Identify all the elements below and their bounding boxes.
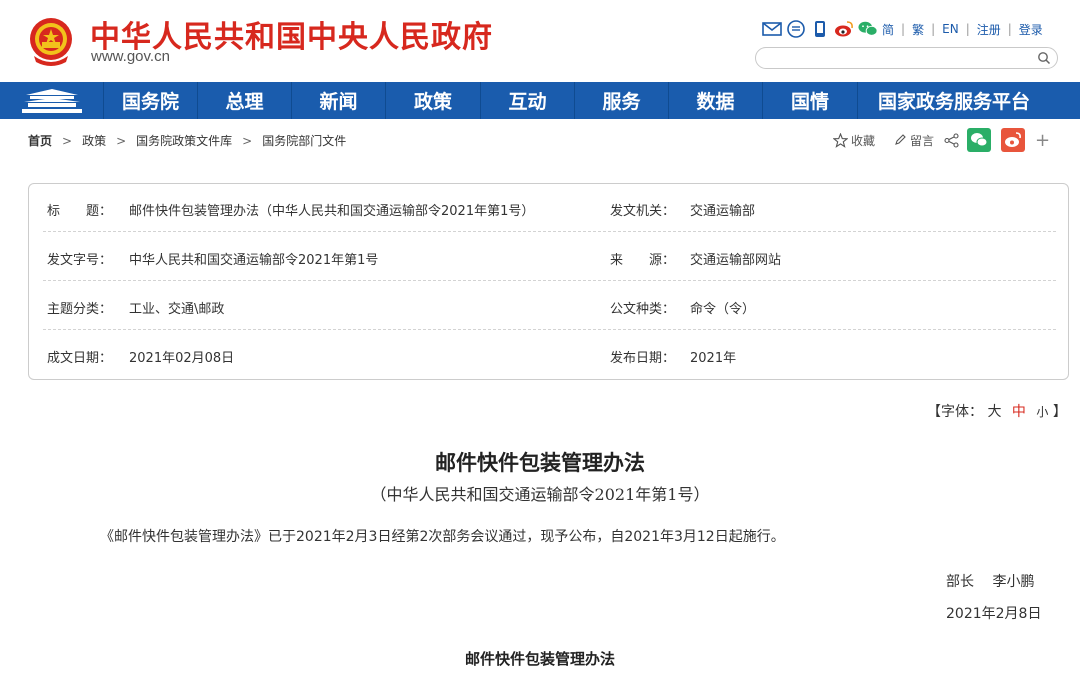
info-value-topic: 工业、交通\邮政 [129,302,225,317]
signature-date: 2021年2月8日 [946,606,1042,622]
header-tools: 简 | 繁 | EN | 注册 | 登录 [762,18,1043,40]
search-input[interactable] [766,49,1036,69]
font-size-switcher: 【字体： 大 中 小 】 [927,401,1067,421]
info-value-issuer: 交通运输部 [690,204,756,219]
info-row: 标 题： 邮件快件包装管理办法（中华人民共和国交通运输部令2021年第1号） 发… [43,184,1056,232]
link-traditional[interactable]: 繁 [912,21,924,38]
info-label-source: 来 源： [610,253,676,268]
favorite-label[interactable]: 收藏 [851,132,875,149]
nav-item-national-info[interactable]: 国情 [762,82,857,119]
pen-icon[interactable] [893,133,907,147]
breadcrumb-policy[interactable]: 政策 [82,132,106,149]
link-register[interactable]: 注册 [977,21,1001,38]
nav-item-state-council[interactable]: 国务院 [103,82,197,119]
breadcrumb-policy-library[interactable]: 国务院政策文件库 [136,132,232,149]
separator: | [1007,22,1012,36]
search-icon[interactable] [1037,51,1051,65]
nav-item-premier[interactable]: 总理 [197,82,291,119]
breadcrumb-separator: > [242,133,253,148]
info-label-written-date: 成文日期： [47,351,113,366]
signature-name: 李小鹏 [992,574,1035,590]
share-icon[interactable] [944,132,959,148]
nav-item-news[interactable]: 新闻 [291,82,385,119]
search-box [755,47,1058,69]
comment-label[interactable]: 留言 [910,132,934,149]
document-info-table: 标 题： 邮件快件包装管理办法（中华人民共和国交通运输部令2021年第1号） 发… [28,183,1069,380]
share-bar: 收藏 留言 + [833,127,1050,153]
font-size-prefix: 【字体： [927,404,983,420]
nav-item-policy[interactable]: 政策 [385,82,480,119]
wechat-icon[interactable] [858,19,878,39]
breadcrumb-home[interactable]: 首页 [28,132,52,149]
article-section-heading: 邮件快件包装管理办法 [464,650,615,668]
nav-item-services[interactable]: 服务 [574,82,668,119]
site-header: 中华人民共和国中央人民政府 www.gov.cn 简 | 繁 | EN | 注册… [0,0,1080,82]
font-size-suffix: 】 [1052,404,1067,420]
info-value-title: 邮件快件包装管理办法（中华人民共和国交通运输部令2021年第1号） [129,204,535,219]
separator: | [965,22,970,36]
more-share-button[interactable]: + [1035,130,1050,151]
info-label-topic: 主题分类： [47,302,113,317]
breadcrumb-dept-documents[interactable]: 国务院部门文件 [262,132,346,149]
info-row: 成文日期： 2021年02月08日 发布日期： 2021年 [43,331,1056,379]
separator: | [901,22,906,36]
info-value-publish-date: 2021年 [690,351,737,366]
link-english[interactable]: EN [942,22,959,36]
nav-item-data[interactable]: 数据 [668,82,762,119]
info-label-issuer: 发文机关： [610,204,676,219]
breadcrumb-separator: > [116,133,127,148]
info-label-doc-type: 公文种类： [610,302,676,317]
star-icon[interactable] [833,132,848,148]
nav-item-interaction[interactable]: 互动 [480,82,574,119]
info-label-title: 标 题： [47,204,113,219]
font-size-small[interactable]: 小 [1036,405,1048,419]
breadcrumb-separator: > [62,133,73,148]
mobile-icon[interactable] [810,19,830,39]
info-value-doc-type: 命令（令） [690,302,756,317]
info-value-source: 交通运输部网站 [690,253,782,268]
info-value-doc-number: 中华人民共和国交通运输部令2021年第1号 [129,253,379,268]
breadcrumb: 首页 > 政策 > 国务院政策文件库 > 国务院部门文件 [28,132,346,149]
article-title: 邮件快件包装管理办法 [435,450,645,475]
national-emblem-icon[interactable] [28,16,74,66]
weibo-icon[interactable] [834,19,854,39]
main-nav: 国务院 总理 新闻 政策 互动 服务 数据 国情 国家政务服务平台 [0,82,1080,119]
nav-item-service-platform[interactable]: 国家政务服务平台 [857,82,1050,119]
info-label-doc-number: 发文字号： [47,253,113,268]
info-row: 主题分类： 工业、交通\邮政 公文种类： 命令（令） [43,282,1056,330]
article-subtitle: （中华人民共和国交通运输部令2021年第1号） [370,485,710,504]
weibo-share-icon[interactable] [1001,128,1026,152]
font-size-medium[interactable]: 中 [1012,404,1026,420]
mail-icon[interactable] [762,19,782,39]
tiananmen-icon [21,88,82,113]
font-size-large[interactable]: 大 [987,404,1001,420]
info-label-publish-date: 发布日期： [610,351,676,366]
article-paragraph: 《邮件快件包装管理办法》已于2021年2月3日经第2次部务会议通过，现予公布，自… [100,529,785,545]
chat-icon[interactable] [786,19,806,39]
signature-title: 部长 [946,574,974,590]
separator: | [931,22,936,36]
signature-line: 部长 李小鹏 [946,571,1034,591]
nav-home[interactable] [0,82,103,119]
wechat-share-icon[interactable] [967,128,992,152]
site-domain: www.gov.cn [91,48,170,65]
info-row: 发文字号： 中华人民共和国交通运输部令2021年第1号 来 源： 交通运输部网站 [43,233,1056,281]
link-login[interactable]: 登录 [1019,21,1043,38]
link-simplified[interactable]: 简 [882,21,894,38]
info-value-written-date: 2021年02月08日 [129,351,235,366]
